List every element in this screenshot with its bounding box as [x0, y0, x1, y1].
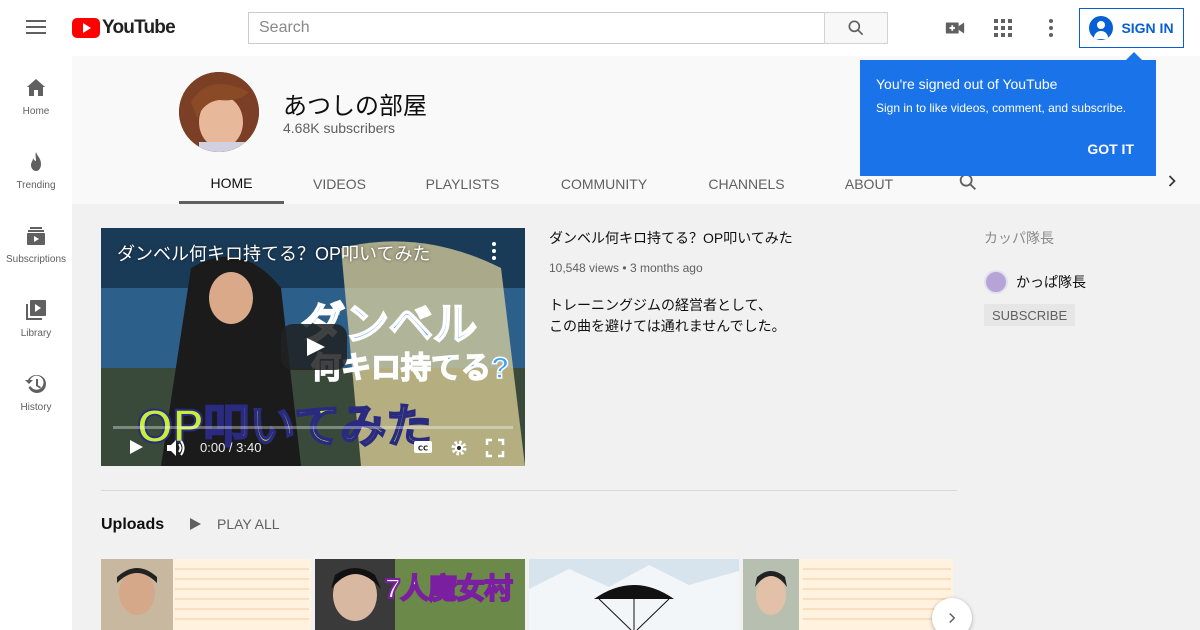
play-icon [190, 518, 201, 530]
tab-community[interactable]: COMMUNITY [530, 164, 678, 204]
logo-text: YouTube [102, 17, 176, 38]
player-more-icon[interactable] [491, 241, 497, 266]
sidebar-item-trending[interactable]: Trending [0, 130, 72, 204]
featured-channel-name: かっぱ隊長 [1016, 274, 1086, 290]
channel-home-content: ダンベル 何キロ持てる? OP叩いてみた ダンベル何キロ持てる？OP叩いてみた … [72, 204, 1200, 630]
search-button[interactable] [824, 12, 888, 44]
sidebar-item-home[interactable]: Home [0, 56, 72, 130]
sidebar-item-label: Trending [16, 180, 56, 191]
description-line: この曲を避けては通れませんでした。 [549, 318, 786, 334]
volume-icon[interactable] [165, 438, 187, 463]
featured-video-meta: 10,548 views • 3 months ago [549, 261, 703, 275]
library-icon [26, 300, 46, 320]
more-vert-icon[interactable] [1039, 16, 1063, 40]
account-circle-icon [1089, 16, 1114, 40]
view-count: 10,548 views [549, 261, 620, 275]
popup-text: Sign in to like videos, comment, and sub… [876, 101, 1127, 115]
search-input[interactable] [248, 12, 824, 44]
search-icon [848, 20, 864, 36]
youtube-logo[interactable]: YouTube [72, 17, 176, 39]
player-title-overlay[interactable]: ダンベル何キロ持てる？OP叩いてみた [117, 240, 430, 266]
chevron-right-icon [949, 612, 956, 624]
play-all-label: PLAY ALL [217, 516, 280, 532]
subscribe-button[interactable]: SUBSCRIBE [984, 304, 1076, 326]
menu-icon[interactable] [24, 16, 48, 40]
big-play-button[interactable] [281, 324, 347, 370]
upload-age: 3 months ago [629, 261, 703, 275]
sidebar-item-label: History [20, 402, 52, 413]
sidebar-item-subscriptions[interactable]: Subscriptions [0, 204, 72, 278]
home-icon [27, 79, 45, 96]
create-video-icon[interactable] [943, 16, 967, 40]
sign-in-button[interactable]: SIGN IN [1079, 8, 1184, 48]
section-divider [101, 490, 957, 491]
sidebar-item-label: Subscriptions [5, 254, 67, 265]
captions-icon[interactable]: CC [413, 438, 433, 461]
apps-grid-icon[interactable] [991, 16, 1015, 40]
upload-thumbnail[interactable] [101, 559, 311, 630]
popup-title: You're signed out of YouTube [876, 76, 1058, 92]
description-line: トレーニングジムの経営者として、 [549, 297, 772, 313]
sign-in-label: SIGN IN [1121, 20, 1174, 36]
history-icon [25, 374, 46, 393]
top-bar: YouTube SIGN IN [0, 0, 1200, 56]
upload-thumbnail[interactable] [529, 559, 739, 630]
settings-gear-icon[interactable] [449, 438, 469, 463]
tabs-chevron-right-icon[interactable] [1162, 171, 1182, 196]
tab-videos[interactable]: VIDEOS [284, 164, 395, 204]
uploads-shelf: 7人魔女村 [101, 559, 957, 630]
featured-video-title[interactable]: ダンベル何キロ持てる？OP叩いてみた [549, 228, 793, 248]
search-bar [248, 12, 888, 44]
play-all-button[interactable]: PLAY ALL [187, 516, 280, 532]
sidebar-item-label: Home [22, 106, 50, 117]
uploads-title[interactable]: Uploads [101, 516, 164, 534]
featured-channel-avatar [984, 270, 1008, 294]
meta-separator: • [622, 261, 630, 275]
play-icon[interactable] [127, 438, 145, 461]
sidebar-item-label: Library [20, 328, 52, 339]
sidebar-item-history[interactable]: History [0, 352, 72, 426]
upload-thumbnail[interactable]: 7人魔女村 [315, 559, 525, 630]
shelf-next-button[interactable] [932, 598, 972, 630]
upload-thumbnail[interactable] [743, 559, 953, 630]
subscriptions-icon [27, 227, 45, 245]
tab-channels[interactable]: CHANNELS [678, 164, 815, 204]
channel-tabs: HOME VIDEOS PLAYLISTS COMMUNITY CHANNELS… [179, 164, 923, 204]
sidebar-item-library[interactable]: Library [0, 278, 72, 352]
thumbnail-text-witch-village: 7人魔女村 [384, 572, 514, 605]
featured-channels-header: カッパ隊長 [984, 230, 1054, 246]
video-time: 0:00 / 3:40 [200, 440, 262, 455]
fire-icon [31, 152, 41, 171]
channel-name: あつしの部屋 [283, 93, 427, 120]
subscriber-count: 4.68K subscribers [283, 120, 396, 136]
fullscreen-icon[interactable] [485, 438, 505, 463]
featured-channel-item[interactable]: かっぱ隊長 [984, 270, 1086, 294]
progress-bar[interactable] [113, 426, 513, 429]
sidebar: Home Trending Subscriptions Library Hist… [0, 56, 72, 630]
signed-out-popup: You're signed out of YouTube Sign in to … [860, 52, 1156, 176]
svg-text:CC: CC [418, 445, 428, 453]
tab-playlists[interactable]: PLAYLISTS [395, 164, 530, 204]
featured-video-player[interactable]: ダンベル 何キロ持てる? OP叩いてみた ダンベル何キロ持てる？OP叩いてみた … [101, 228, 525, 466]
channel-avatar[interactable] [179, 72, 259, 152]
got-it-button[interactable]: GOT IT [1087, 141, 1134, 157]
tab-home[interactable]: HOME [179, 164, 284, 204]
featured-video-description: トレーニングジムの経営者として、 この曲を避けては通れませんでした。 [549, 295, 786, 337]
youtube-play-icon [72, 18, 100, 38]
